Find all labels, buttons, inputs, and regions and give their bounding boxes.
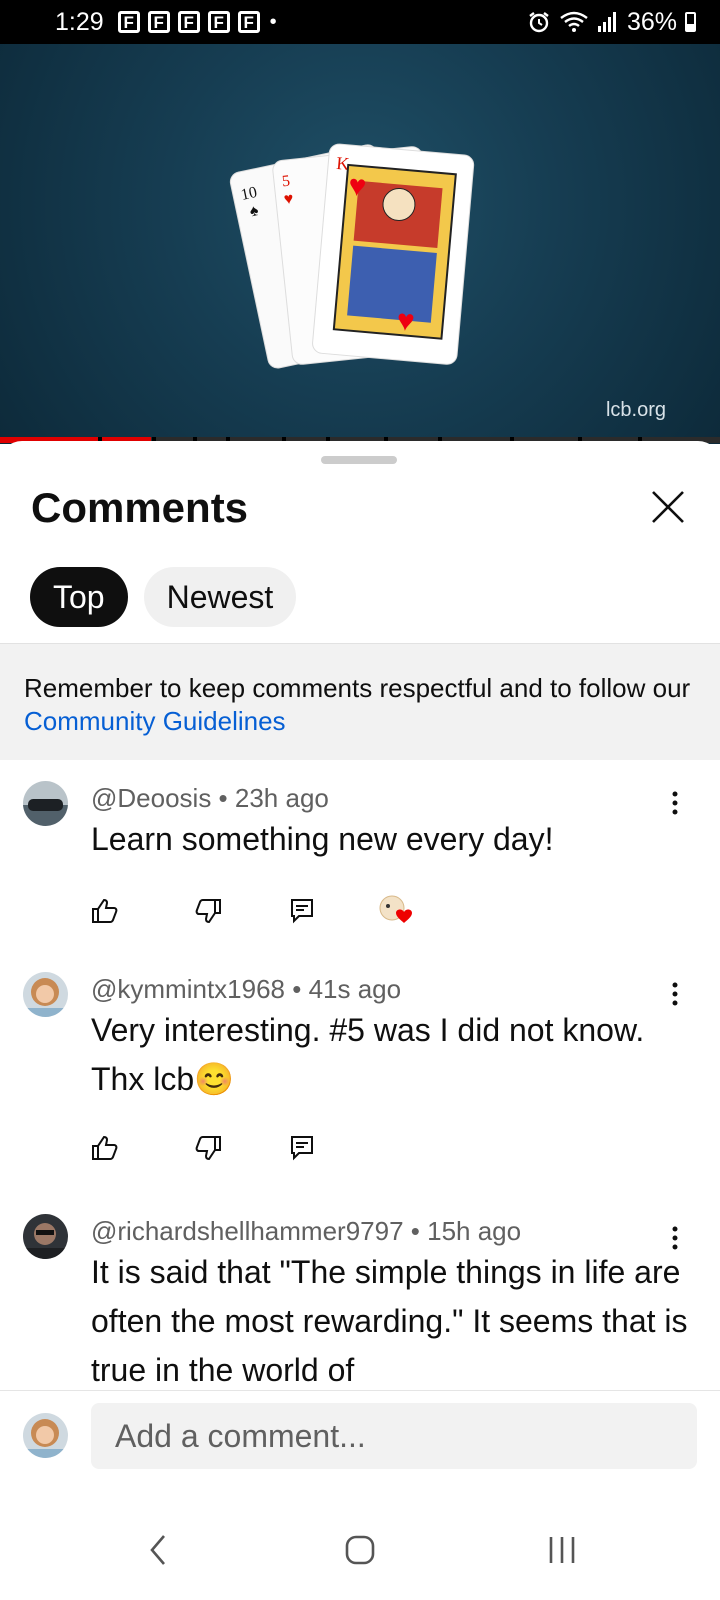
- comment-author[interactable]: @richardshellhammer9797: [91, 1216, 404, 1246]
- svg-text:♥: ♥: [395, 304, 416, 338]
- facebook-notification-icon: F: [207, 11, 230, 33]
- add-comment-input[interactable]: Add a comment...: [91, 1403, 697, 1469]
- comment-actions: [91, 1134, 316, 1162]
- thumbs-up-icon: [92, 1135, 118, 1160]
- status-dot: •: [269, 10, 277, 33]
- home-square-icon: [345, 1535, 375, 1565]
- sort-tabs: Top Newest: [30, 567, 297, 627]
- notice-text: Remember to keep comments respectful and…: [24, 673, 691, 703]
- signal-icon: [597, 12, 616, 32]
- composer-divider: [0, 1390, 720, 1391]
- tab-top[interactable]: Top: [30, 567, 128, 627]
- comment-text-body: Very interesting. #5 was I did not know.…: [91, 1012, 645, 1097]
- facebook-notification-icon: F: [237, 11, 260, 33]
- smile-emoji: 😊: [194, 1061, 234, 1097]
- dislike-button[interactable]: [194, 1134, 222, 1162]
- thumbs-down-icon: [195, 899, 221, 924]
- status-bar: 1:29 F F F F F • 36%: [0, 0, 720, 44]
- comment-text: Learn something new every day!: [91, 821, 554, 857]
- reply-button[interactable]: [288, 1134, 316, 1162]
- like-button[interactable]: [91, 1134, 119, 1162]
- close-icon: [652, 491, 684, 523]
- current-user-avatar: [23, 1413, 68, 1458]
- avatar[interactable]: [23, 1214, 68, 1259]
- sheet-title: Comments: [31, 484, 249, 531]
- battery-percent: 36%: [626, 7, 677, 36]
- system-nav-bar: [0, 1512, 720, 1600]
- svg-text:♥: ♥: [347, 169, 368, 203]
- dislike-button[interactable]: [194, 897, 222, 925]
- reply-icon: [291, 1136, 313, 1161]
- community-notice: Remember to keep comments respectful and…: [0, 643, 720, 760]
- comment-author[interactable]: @kymmintx1968: [91, 974, 285, 1004]
- battery-icon: [685, 12, 696, 32]
- comment-time: 41s ago: [308, 974, 402, 1004]
- alarm-icon: [529, 12, 549, 33]
- comment-meta: @Deoosis • 23h ago: [91, 783, 329, 813]
- playing-cards-image: 10 ♠ 5 ♥ K ♥ ♥: [229, 143, 475, 369]
- close-button[interactable]: [646, 485, 690, 529]
- thumbs-down-icon: [195, 1136, 221, 1161]
- more-vert-icon: [672, 982, 678, 1006]
- comments-sheet: Comments Top Newest Remember to keep com…: [0, 441, 720, 1600]
- drag-handle[interactable]: [321, 456, 397, 464]
- community-guidelines-link[interactable]: Community Guidelines: [24, 706, 286, 736]
- home-button[interactable]: [335, 1530, 385, 1570]
- tab-newest[interactable]: Newest: [143, 567, 297, 627]
- more-vert-icon: [672, 791, 678, 815]
- facebook-notification-icon: F: [147, 11, 170, 33]
- thumbs-up-icon: [92, 898, 118, 923]
- video-watermark: lcb.org: [605, 399, 666, 421]
- comment-text: Very interesting. #5 was I did not know.…: [91, 1006, 651, 1104]
- comment-text: It is said that "The simple things in li…: [91, 1254, 688, 1388]
- wifi-icon: [560, 11, 588, 32]
- comment-actions: [91, 894, 418, 928]
- more-options-button[interactable]: [660, 974, 690, 1014]
- comment-author[interactable]: @Deoosis: [91, 783, 211, 813]
- back-chevron-icon: [150, 1535, 165, 1565]
- video-player[interactable]: 10 ♠ 5 ♥ K ♥ ♥ lcb.org: [0, 44, 720, 444]
- facebook-notification-icon: F: [177, 11, 200, 33]
- recents-icon: [549, 1537, 575, 1563]
- comment-meta: @richardshellhammer9797 • 15h ago: [91, 1216, 522, 1246]
- status-time: 1:29: [55, 7, 104, 36]
- like-button[interactable]: [91, 897, 119, 925]
- recents-button[interactable]: [537, 1530, 587, 1570]
- avatar[interactable]: [23, 781, 68, 826]
- comment-time: 15h ago: [427, 1216, 522, 1246]
- creator-heart-icon: [378, 894, 418, 928]
- facebook-notification-icon: F: [117, 11, 140, 33]
- comment-item: @richardshellhammer9797 • 15h ago It is …: [0, 1214, 720, 1390]
- comment-meta: @kymmintx1968 • 41s ago: [91, 974, 402, 1004]
- reply-icon: [291, 899, 313, 924]
- reply-button[interactable]: [288, 897, 316, 925]
- back-button[interactable]: [133, 1530, 183, 1570]
- more-vert-icon: [672, 1226, 678, 1250]
- svg-text:♥: ♥: [283, 190, 294, 208]
- comment-time: 23h ago: [234, 783, 329, 813]
- avatar[interactable]: [23, 972, 68, 1017]
